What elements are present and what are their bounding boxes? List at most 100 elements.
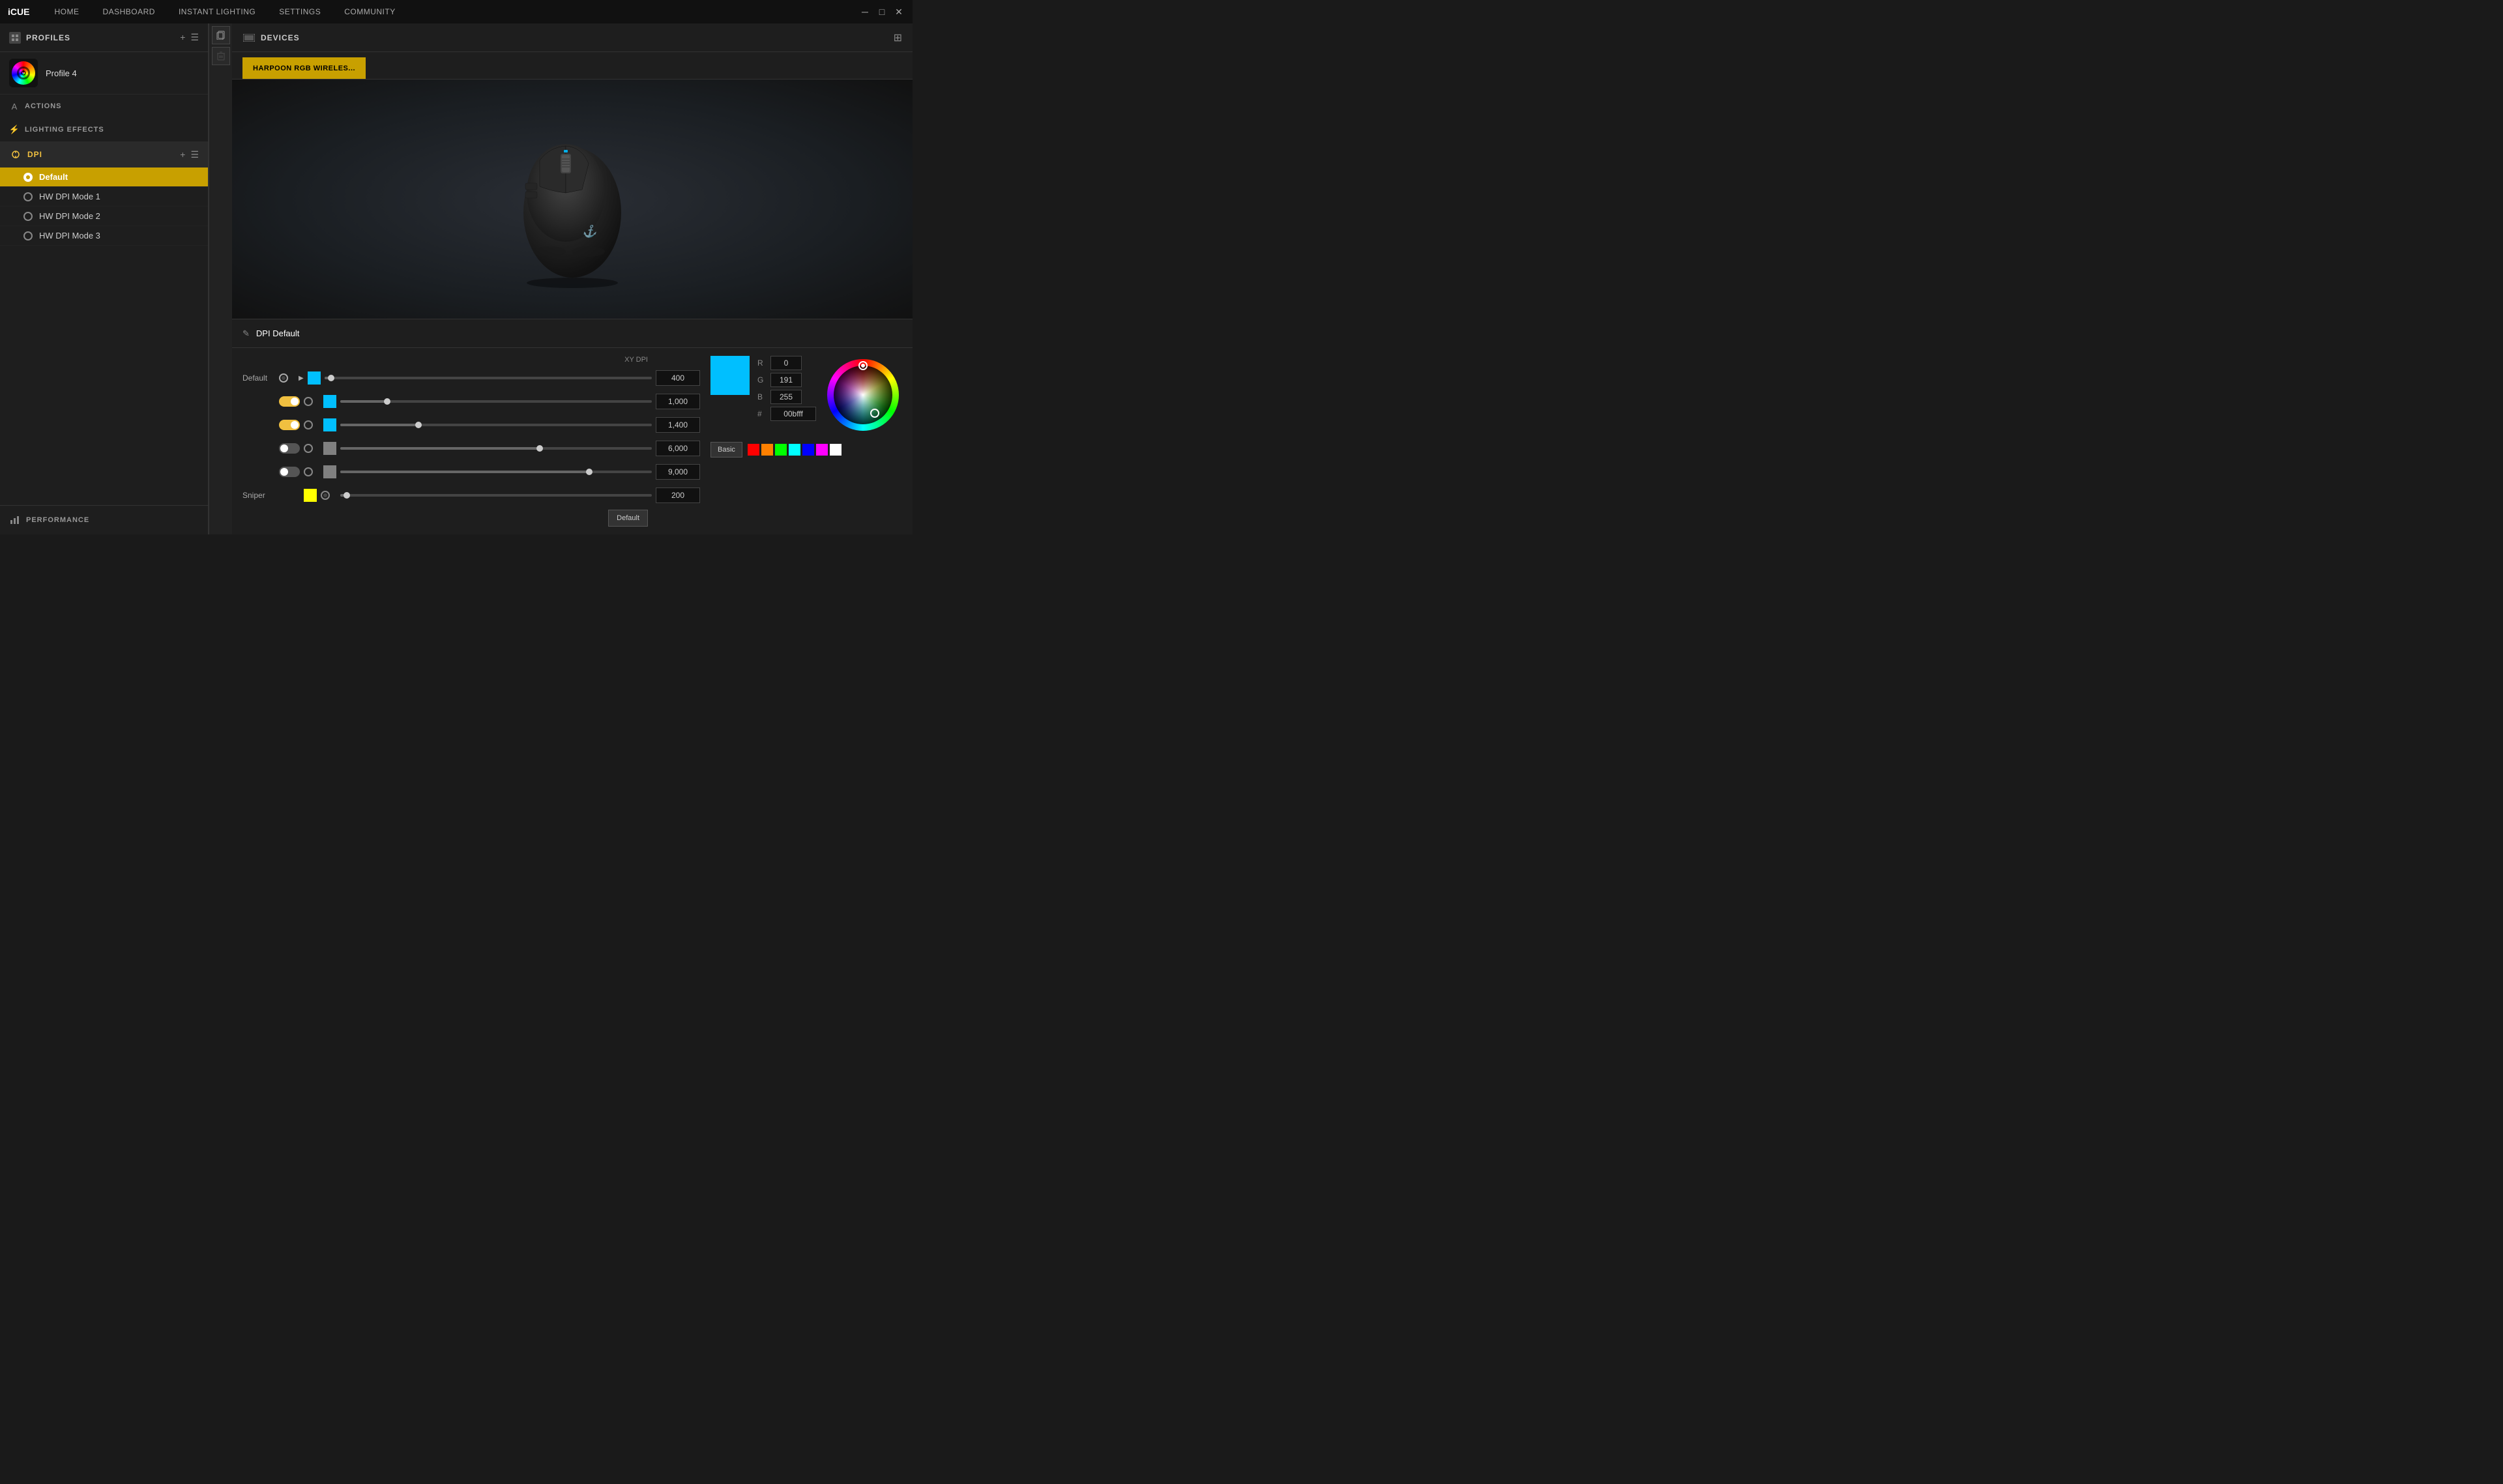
dpi-sniper-color[interactable]: [304, 489, 317, 502]
dpi-row-0-radio[interactable]: [279, 373, 288, 383]
dpi-row-4-radio[interactable]: [304, 467, 313, 476]
dpi-toggle-4[interactable]: [279, 467, 300, 477]
sidebar-actions[interactable]: A ACTIONS: [0, 95, 208, 118]
swatch-green[interactable]: [775, 444, 787, 456]
sidebar-section: PROFILES + ☰: [0, 23, 232, 534]
lighting-icon: ⚡: [9, 124, 20, 135]
dpi-row-1-radio[interactable]: [304, 397, 313, 406]
sidebar-lighting-effects[interactable]: ⚡ LIGHTING EFFECTS: [0, 118, 208, 141]
dpi-row-4-color[interactable]: [323, 465, 336, 478]
profile-item[interactable]: Profile 4: [0, 52, 208, 95]
color-wheel-svg: [824, 356, 902, 434]
dpi-row-1-slider[interactable]: [340, 400, 652, 403]
title-bar: iCUE HOME DASHBOARD INSTANT LIGHTING SET…: [0, 0, 913, 23]
dpi-section-header[interactable]: DPI + ☰: [0, 141, 208, 167]
dpi-row-4-slider[interactable]: [340, 471, 652, 473]
dpi-item-default-label: Default: [39, 172, 68, 182]
dpi-toggle-2[interactable]: [279, 420, 300, 430]
dpi-row-1-color[interactable]: [323, 395, 336, 408]
dpi-default-button[interactable]: Default: [608, 510, 648, 527]
color-picker-section: R 0 G 191 B 255: [710, 356, 902, 527]
nav-instant-lighting[interactable]: INSTANT LIGHTING: [167, 0, 267, 23]
color-g-label: G: [757, 375, 767, 385]
swatch-red[interactable]: [748, 444, 759, 456]
app-logo: iCUE: [8, 7, 29, 17]
swatch-orange[interactable]: [761, 444, 773, 456]
dpi-row-0-slider[interactable]: [325, 377, 652, 379]
dpi-row-3-radio[interactable]: [304, 444, 313, 453]
dpi-item-hw2[interactable]: HW DPI Mode 2: [0, 207, 208, 226]
maximize-button[interactable]: □: [876, 6, 888, 18]
color-r-input[interactable]: 0: [770, 356, 802, 370]
mouse-preview: ⚓: [232, 80, 913, 319]
dpi-sniper-value[interactable]: [656, 487, 700, 503]
swatch-white[interactable]: [830, 444, 842, 456]
dpi-row-3-value[interactable]: [656, 441, 700, 456]
dpi-sniper-slider[interactable]: [340, 494, 652, 497]
delete-button[interactable]: [212, 47, 230, 65]
profiles-menu-button[interactable]: ☰: [190, 32, 199, 43]
window-controls: ─ □ ✕: [859, 6, 905, 18]
nav-community[interactable]: COMMUNITY: [332, 0, 407, 23]
dpi-radio-hw2[interactable]: [23, 212, 33, 221]
dpi-row-1-value[interactable]: [656, 394, 700, 409]
swatch-cyan[interactable]: [789, 444, 800, 456]
color-g-input[interactable]: 191: [770, 373, 802, 387]
color-preview[interactable]: [710, 356, 750, 395]
dpi-menu-button[interactable]: ☰: [190, 149, 199, 160]
dpi-item-default[interactable]: Default: [0, 167, 208, 187]
swatch-magenta[interactable]: [816, 444, 828, 456]
dpi-item-hw3[interactable]: HW DPI Mode 3: [0, 226, 208, 246]
dpi-row-3: [242, 438, 700, 459]
dpi-row-2-slider[interactable]: [340, 424, 652, 426]
nav-settings[interactable]: SETTINGS: [267, 0, 332, 23]
dpi-toggle-1[interactable]: [279, 396, 300, 407]
copy-button[interactable]: [212, 26, 230, 44]
sidebar-performance[interactable]: PERFORMANCE: [0, 506, 208, 534]
dpi-row-0: Default ▶: [242, 368, 700, 388]
devices-grid-button[interactable]: ⊞: [894, 31, 902, 44]
dpi-toggle-3[interactable]: [279, 443, 300, 454]
nav-dashboard[interactable]: DASHBOARD: [91, 0, 167, 23]
dpi-actions: + ☰: [180, 149, 199, 160]
dpi-item-hw1[interactable]: HW DPI Mode 1: [0, 187, 208, 207]
dpi-row-0-play[interactable]: ▶: [299, 375, 304, 382]
dpi-add-button[interactable]: +: [180, 149, 185, 160]
dpi-sliders-area: XY DPI Default ▶: [242, 356, 700, 527]
color-hash-label: #: [757, 409, 767, 418]
dpi-row-4: [242, 461, 700, 482]
dpi-row-2-radio[interactable]: [304, 420, 313, 429]
dpi-row-3-slider[interactable]: [340, 447, 652, 450]
dpi-radio-hw1[interactable]: [23, 192, 33, 201]
mouse-svg: ⚓: [481, 108, 664, 291]
profiles-add-button[interactable]: +: [180, 32, 185, 43]
color-wheel[interactable]: [824, 356, 902, 434]
swatch-blue[interactable]: [802, 444, 814, 456]
actions-icon: A: [9, 101, 20, 111]
dpi-radio-default[interactable]: [23, 173, 33, 182]
color-hex-input[interactable]: [770, 407, 816, 421]
dpi-config-header: ✎ DPI Default: [232, 319, 913, 348]
devices-title: DEVICES: [261, 33, 894, 42]
dpi-sniper-radio[interactable]: [321, 491, 330, 500]
device-tab-harpoon[interactable]: HARPOON RGB WIRELES...: [242, 57, 366, 79]
dpi-row-0-label: Default: [242, 373, 275, 383]
color-r-label: R: [757, 358, 767, 368]
dpi-row-0-color[interactable]: [308, 371, 321, 385]
dpi-row-2-color[interactable]: [323, 418, 336, 431]
dpi-radio-hw3[interactable]: [23, 231, 33, 240]
dpi-row-3-color[interactable]: [323, 442, 336, 455]
color-b-input[interactable]: 255: [770, 390, 802, 404]
minimize-button[interactable]: ─: [859, 6, 871, 18]
dpi-row-0-value[interactable]: [656, 370, 700, 386]
nav-home[interactable]: HOME: [42, 0, 91, 23]
dpi-item-hw3-label: HW DPI Mode 3: [39, 231, 100, 240]
profiles-icon: [9, 32, 21, 44]
dpi-row-2-value[interactable]: [656, 417, 700, 433]
dpi-icon: [9, 148, 22, 161]
color-hex-row: #: [757, 407, 816, 421]
profile-name: Profile 4: [46, 68, 77, 78]
close-button[interactable]: ✕: [893, 6, 905, 18]
dpi-row-4-value[interactable]: [656, 464, 700, 480]
basic-button[interactable]: Basic: [710, 442, 742, 458]
